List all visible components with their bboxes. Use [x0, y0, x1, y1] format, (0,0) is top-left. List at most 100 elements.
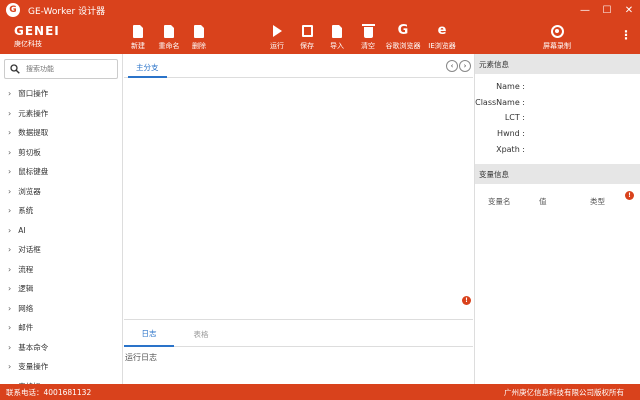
sidebar-item-label: 流程 [18, 264, 34, 274]
chevron-right-icon: › [8, 362, 12, 372]
sidebar-item[interactable]: › 窗口操作 [0, 84, 122, 104]
run-log-label: 运行日志 [125, 353, 157, 362]
sidebar-item[interactable]: › 流程 [0, 260, 122, 280]
chevron-right-icon: › [8, 264, 12, 274]
sidebar-item[interactable]: › AI [0, 221, 122, 241]
sidebar-item[interactable]: › 鼠标键盘 [0, 162, 122, 182]
chevron-right-icon: › [8, 284, 12, 294]
sidebar-item[interactable]: › 逻辑 [0, 279, 122, 299]
sidebar-item[interactable]: › 数据提取 [0, 123, 122, 143]
sidebar-item-label: 窗口操作 [18, 89, 49, 99]
sidebar-item-label: 变量操作 [18, 362, 49, 372]
minimize-button[interactable]: — [574, 0, 596, 20]
save-label: 保存 [300, 42, 314, 50]
window-title: GE-Worker 设计器 [28, 6, 106, 17]
chrome-icon: G [397, 23, 409, 38]
chevron-right-icon: › [8, 167, 12, 177]
variable-info-header: 变量信息 [475, 164, 640, 184]
toolbar: GENEI 庚亿科技 新建 重命名 删除 运行 保存 导入 清空 G 谷歌浏览器… [0, 20, 640, 54]
chevron-right-icon: › [8, 89, 12, 99]
delete-button[interactable]: 删除 [177, 23, 221, 51]
sidebar-item[interactable]: › 邮件 [0, 318, 122, 338]
property-label: LCT : [504, 113, 525, 123]
save-icon [300, 23, 314, 39]
property-label: ClassName : [475, 97, 525, 107]
sidebar-item[interactable]: › 基本命令 [0, 338, 122, 358]
ie-label: IE浏览器 [428, 42, 456, 50]
brand-logo: GENEI 庚亿科技 [14, 24, 74, 49]
trash-icon [361, 23, 375, 39]
close-button[interactable]: ✕ [618, 0, 640, 20]
tab-log[interactable]: 日志 [124, 321, 174, 347]
contact-phone: 联系电话：4001681132 [6, 388, 92, 397]
sidebar-item-label: 系统 [18, 206, 34, 216]
record-icon [550, 23, 564, 39]
app-logo-icon: G [6, 3, 20, 17]
log-tab-bar: 日志 表格 [124, 321, 473, 347]
prev-tab-icon[interactable]: ‹ [446, 60, 458, 72]
property-label: Hwnd : [497, 129, 525, 139]
designer-area: 主分支 ‹ › 日志 表格 运行日志 ! [124, 54, 473, 384]
property-label: Name : [496, 82, 525, 92]
import-label: 导入 [330, 42, 344, 50]
sidebar-item[interactable]: ›表格操 [0, 377, 122, 384]
flow-canvas[interactable] [124, 78, 473, 320]
function-sidebar: › 窗口操作 › 元素操作 › 数据提取 › 剪切板 › 鼠标键盘 › 浏览器 › 系统 › AI › 对话框 › 流… [0, 54, 123, 384]
more-menu-icon[interactable]: ⋮ [620, 28, 632, 42]
sidebar-item-label: 基本命令 [18, 342, 49, 352]
chevron-right-icon: › [8, 323, 12, 333]
sidebar-item-label: 对话框 [18, 245, 41, 255]
tab-table[interactable]: 表格 [176, 321, 226, 347]
import-icon [330, 23, 344, 39]
new-label: 新建 [131, 42, 145, 50]
search-box[interactable] [4, 59, 118, 79]
sidebar-item-label: 网络 [18, 303, 34, 313]
play-icon [270, 23, 284, 39]
screen-record-button[interactable]: 屏幕录制 [535, 23, 579, 51]
brand-subtitle: 庚亿科技 [14, 40, 42, 48]
sidebar-item-label: 数据提取 [18, 128, 49, 138]
new-file-icon [131, 23, 145, 39]
sidebar-item[interactable]: › 浏览器 [0, 182, 122, 202]
sidebar-item[interactable]: › 变量操作 [0, 357, 122, 377]
element-info-header: 元素信息 [475, 54, 640, 74]
screen-record-label: 屏幕录制 [543, 42, 571, 50]
ie-icon: e [437, 23, 447, 38]
sidebar-item-label: 邮件 [18, 323, 34, 333]
search-input[interactable] [26, 65, 116, 73]
chevron-right-icon: › [8, 206, 12, 216]
branch-tab-bar: 主分支 ‹ › [124, 54, 473, 78]
sidebar-item-label: 逻辑 [18, 284, 34, 294]
chevron-right-icon: › [8, 186, 12, 196]
column-value: 值 [539, 197, 547, 206]
ie-button[interactable]: e IE浏览器 [420, 23, 464, 51]
sidebar-item-label: 鼠标键盘 [18, 167, 49, 177]
sidebar-item[interactable]: › 剪切板 [0, 143, 122, 163]
variable-table-header: 变量名 值 类型 [475, 196, 640, 210]
clear-label: 清空 [361, 42, 375, 50]
chevron-right-icon: › [8, 108, 12, 118]
sidebar-item-label: 元素操作 [18, 108, 49, 118]
search-icon [10, 64, 20, 74]
category-list: › 窗口操作 › 元素操作 › 数据提取 › 剪切板 › 鼠标键盘 › 浏览器 › 系统 › AI › 对话框 › 流… [0, 84, 122, 384]
next-tab-icon[interactable]: › [459, 60, 471, 72]
chevron-right-icon: › [8, 147, 12, 157]
run-label: 运行 [270, 42, 284, 50]
status-bar: 联系电话：4001681132 广州庚亿信息科技有限公司版权所有 [0, 384, 640, 400]
sidebar-item[interactable]: › 元素操作 [0, 104, 122, 124]
info-panel: 元素信息 Name : ClassName : LCT : Hwnd : Xpath :… [474, 54, 640, 384]
title-bar: G GE-Worker 设计器 — ☐ ✕ [0, 0, 640, 20]
maximize-button[interactable]: ☐ [596, 0, 618, 20]
chrome-button[interactable]: G 谷歌浏览器 [381, 23, 425, 51]
property-label: Xpath : [496, 144, 525, 154]
sidebar-item[interactable]: › 系统 [0, 201, 122, 221]
sidebar-item-label: 剪切板 [18, 147, 41, 157]
element-properties: Name : ClassName : LCT : Hwnd : Xpath : [475, 74, 640, 157]
chevron-right-icon: › [8, 245, 12, 255]
tab-main-branch[interactable]: 主分支 [128, 58, 167, 78]
chevron-right-icon: › [8, 225, 12, 235]
sidebar-item[interactable]: › 对话框 [0, 240, 122, 260]
sidebar-item[interactable]: › 网络 [0, 299, 122, 319]
log-alert-icon[interactable]: ! [462, 296, 471, 305]
chrome-label: 谷歌浏览器 [385, 42, 421, 50]
